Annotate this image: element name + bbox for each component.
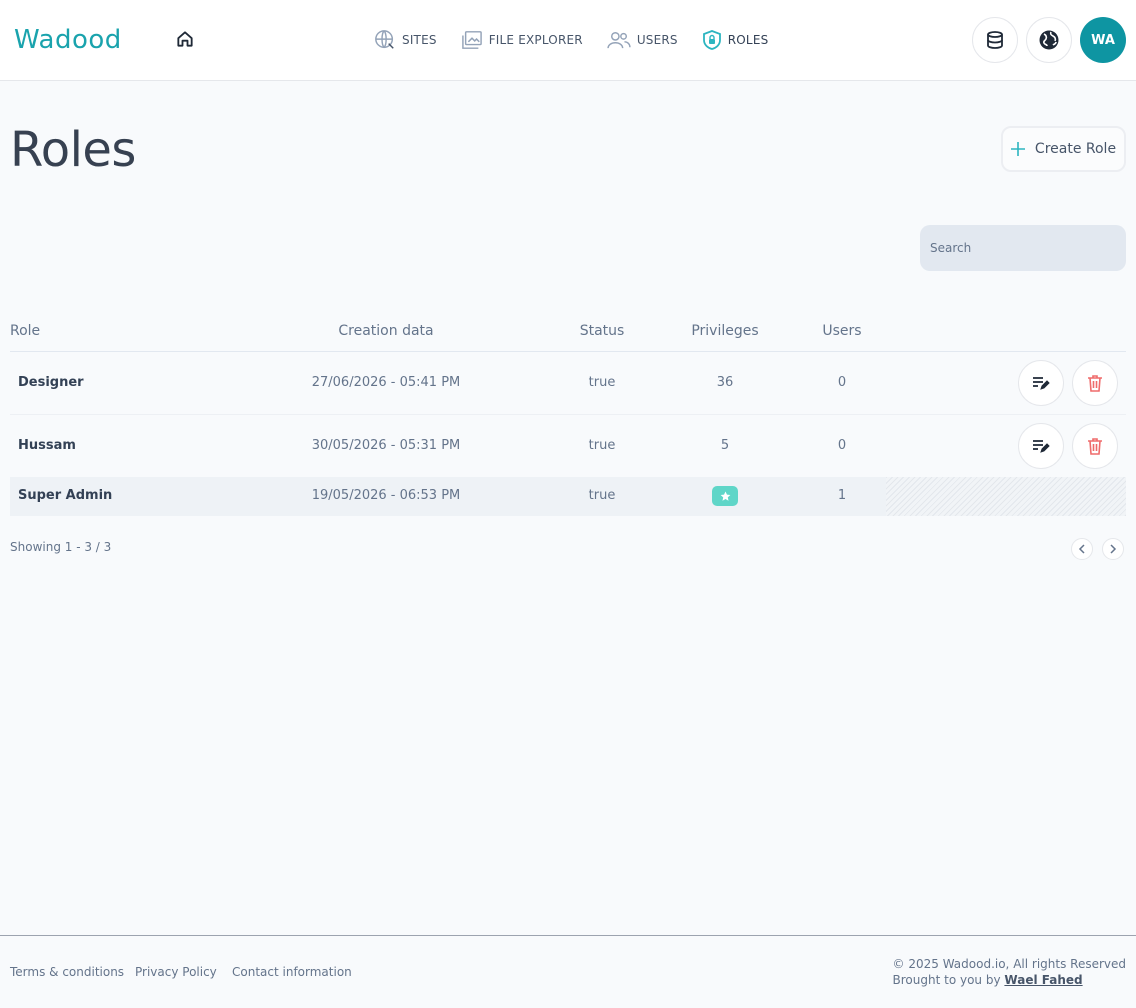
folder-image-icon (461, 31, 482, 49)
all-privileges-badge (712, 486, 738, 506)
credit-prefix: Brought to you by (892, 973, 1001, 987)
role-status: true (588, 438, 616, 453)
globe-filled-icon (1039, 30, 1059, 50)
pagination-info: Showing 1 - 3 / 3 (10, 540, 112, 554)
table-row: Designer 27/06/2026 - 05:41 PM true 36 0 (10, 352, 1126, 415)
table-row: Hussam 30/05/2026 - 05:31 PM true 5 0 (10, 415, 1126, 477)
nav-users[interactable]: USERS (607, 30, 678, 50)
role-privileges: 36 (716, 375, 734, 390)
role-users: 1 (837, 488, 847, 503)
chevron-right-icon (1110, 544, 1117, 554)
col-role: Role (10, 323, 41, 339)
delete-role-button[interactable] (1072, 423, 1118, 469)
edit-list-icon (1033, 377, 1050, 390)
table-row: Super Admin 19/05/2026 - 06:53 PM true 1 (10, 477, 1126, 516)
role-privileges: 5 (720, 438, 730, 453)
col-creation-data: Creation data (338, 323, 434, 339)
shield-icon (702, 30, 721, 50)
author-link[interactable]: Wael Fahed (1004, 973, 1082, 987)
edit-role-button[interactable] (1018, 360, 1064, 406)
role-status: true (588, 375, 616, 390)
col-privileges: Privileges (691, 323, 759, 339)
credit-line: Brought to you by Wael Fahed (893, 972, 1126, 988)
contact-link[interactable]: Contact information (232, 965, 352, 979)
users-icon (607, 31, 631, 49)
nav-file-explorer-label: FILE EXPLORER (488, 33, 583, 47)
trash-icon (1088, 375, 1102, 392)
nav-file-explorer[interactable]: FILE EXPLORER (461, 30, 583, 50)
plus-icon (1010, 142, 1025, 156)
chevron-left-icon (1078, 544, 1085, 554)
search-input[interactable] (920, 225, 1126, 271)
terms-link[interactable]: Terms & conditions (10, 965, 124, 979)
trash-icon (1088, 438, 1102, 455)
role-created: 30/05/2026 - 05:31 PM (311, 438, 461, 453)
role-users: 0 (837, 375, 847, 390)
role-users: 0 (837, 438, 847, 453)
nav-sites[interactable]: SITES (374, 29, 437, 51)
copyright-text: © 2025 Wadood.io, All rights Reserved (892, 957, 1126, 971)
table-header: Role Creation data Status Privileges Use… (10, 312, 1126, 352)
globe-icon (375, 30, 394, 49)
database-button[interactable] (972, 17, 1018, 63)
disabled-actions-area (886, 477, 1126, 516)
nav-sites-label: SITES (402, 33, 437, 47)
edit-list-icon (1033, 440, 1050, 453)
copyright: © 2025 Wadood.io, All rights Reserved Br… (893, 956, 1126, 988)
footer: Terms & conditions Privacy Policy Contac… (0, 935, 1136, 1008)
role-status: true (588, 488, 616, 503)
create-role-label: Create Role (1034, 141, 1117, 157)
delete-role-button[interactable] (1072, 360, 1118, 406)
nav-roles-label: ROLES (727, 33, 769, 47)
top-header: Wadood SITES FILE EXPLORER USERS ROLES W… (0, 0, 1136, 81)
language-button[interactable] (1026, 17, 1072, 63)
user-avatar[interactable]: WA (1080, 17, 1126, 63)
svg-text:Wadood: Wadood (14, 25, 122, 55)
role-created: 27/06/2026 - 05:41 PM (311, 375, 461, 390)
edit-role-button[interactable] (1018, 423, 1064, 469)
database-icon (987, 31, 1003, 49)
next-page-button[interactable] (1102, 538, 1124, 560)
privacy-link[interactable]: Privacy Policy (135, 965, 217, 979)
col-status: Status (579, 323, 625, 339)
main-nav: SITES FILE EXPLORER USERS ROLES (374, 27, 792, 53)
home-icon (177, 31, 193, 47)
role-name: Designer (18, 375, 84, 390)
page-title: Roles (10, 122, 136, 178)
home-button[interactable] (172, 26, 198, 52)
nav-users-label: USERS (636, 33, 678, 47)
role-created: 19/05/2026 - 06:53 PM (311, 488, 461, 503)
role-name: Hussam (18, 438, 76, 453)
create-role-button[interactable]: Create Role (1001, 126, 1126, 172)
role-name: Super Admin (18, 488, 113, 503)
nav-roles[interactable]: ROLES (702, 29, 769, 51)
star-icon (720, 491, 730, 501)
col-users: Users (822, 323, 862, 339)
prev-page-button[interactable] (1071, 538, 1093, 560)
wadood-logo[interactable]: Wadood (14, 23, 146, 55)
